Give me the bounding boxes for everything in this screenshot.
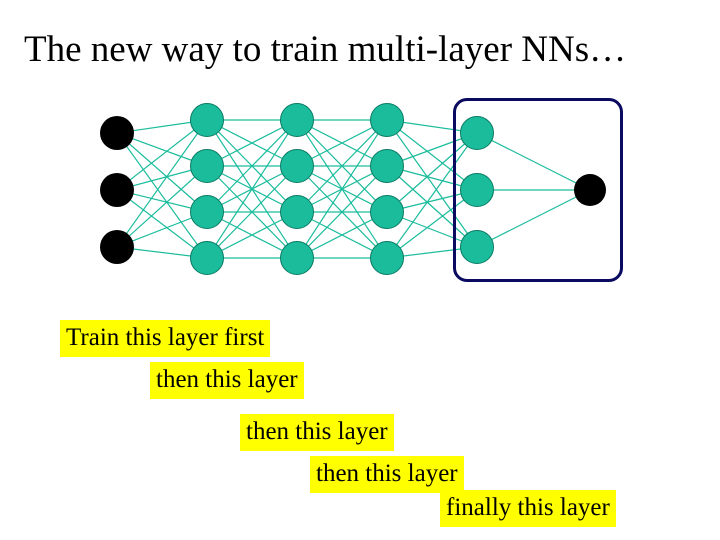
neural-network-diagram	[95, 100, 635, 280]
nn-output-node	[574, 174, 606, 206]
slide-title: The new way to train multi-layer NNs…	[24, 28, 626, 71]
nn-hidden-node	[460, 173, 494, 207]
nn-hidden-node	[280, 195, 314, 229]
slide: The new way to train multi-layer NNs…	[0, 0, 720, 540]
nn-hidden-node	[460, 116, 494, 150]
caption-finally: finally this layer	[440, 490, 616, 527]
nn-hidden-node	[280, 103, 314, 137]
nn-input-node	[100, 116, 134, 150]
nn-hidden-node	[370, 103, 404, 137]
nn-hidden-node	[370, 195, 404, 229]
nn-hidden-node	[280, 241, 314, 275]
nn-hidden-node	[190, 241, 224, 275]
nn-hidden-node	[460, 230, 494, 264]
caption-then-2: then this layer	[240, 414, 394, 451]
nn-hidden-node	[190, 195, 224, 229]
nn-hidden-node	[280, 149, 314, 183]
nn-hidden-node	[190, 103, 224, 137]
nn-input-node	[100, 173, 134, 207]
caption-then-1: then this layer	[150, 362, 304, 399]
nn-hidden-node	[370, 241, 404, 275]
nn-hidden-node	[370, 149, 404, 183]
nn-input-node	[100, 230, 134, 264]
nn-hidden-node	[190, 149, 224, 183]
caption-then-3: then this layer	[310, 456, 464, 493]
caption-train-first: Train this layer first	[60, 320, 270, 357]
